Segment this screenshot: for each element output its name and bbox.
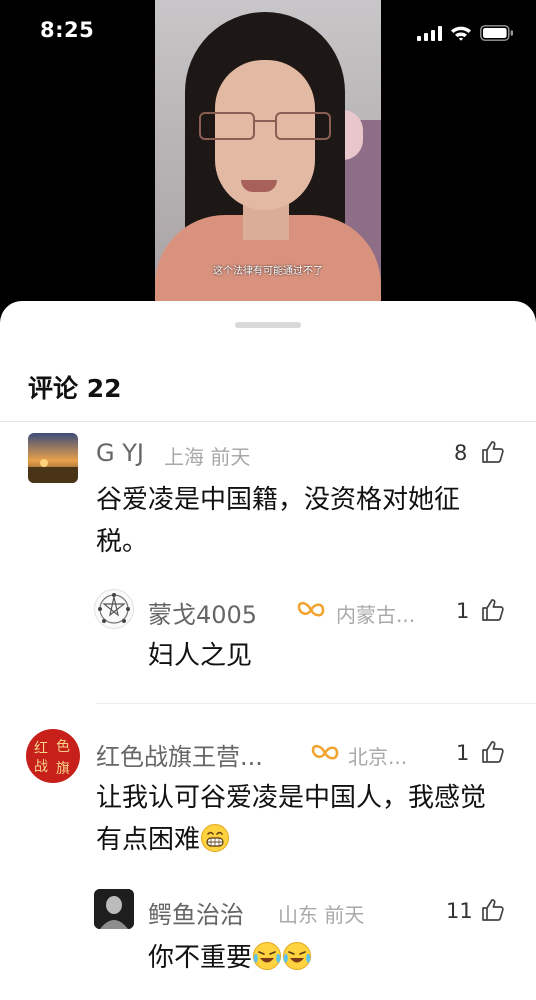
avatar[interactable]: 红 色 战 旗 — [26, 729, 80, 783]
svg-text:战: 战 — [34, 759, 48, 775]
comment-location: 上海 — [164, 445, 204, 469]
like-count: 1 — [456, 599, 470, 623]
video-subtitle: 这个法律有可能通过不了 — [213, 266, 323, 277]
comment-username[interactable]: G YJ — [96, 439, 144, 467]
reply-meta: 山东 前天 — [278, 899, 364, 928]
status-time: 8:25 — [40, 18, 95, 42]
status-icons — [417, 22, 514, 44]
like-count: 8 — [454, 441, 468, 465]
reply-text-body: 你不重要 — [148, 943, 253, 973]
vip-badge-icon — [311, 744, 339, 760]
like-count: 11 — [446, 899, 473, 923]
comments-title: 评论 22 — [28, 374, 122, 403]
comment-text-body: 让我认可谷爱凌是中国人，我感觉有点困难 — [96, 783, 487, 855]
divider — [96, 703, 536, 704]
comment-location: 北京... — [348, 745, 408, 769]
reply-text: 妇人之见 — [148, 641, 253, 671]
like-icon[interactable] — [480, 739, 506, 765]
avatar[interactable] — [94, 589, 134, 629]
wifi-icon — [450, 25, 472, 41]
video-person-glasses — [199, 112, 331, 142]
svg-text:旗: 旗 — [56, 761, 70, 777]
comment-text: 让我认可谷爱凌是中国人，我感觉有点困难 — [96, 777, 506, 861]
like-icon[interactable] — [480, 897, 506, 923]
crying-laughing-emoji — [253, 942, 282, 970]
reply-time: 前天 — [324, 903, 365, 927]
comments-sheet: 评论 22 G YJ 上海 前天 8 谷爱凌是中国籍，没资格对她征税。 蒙戈40… — [0, 301, 536, 1000]
like-icon[interactable] — [480, 439, 506, 465]
comment-time: 前天 — [210, 445, 251, 469]
like-count: 1 — [456, 741, 470, 765]
comment-meta: 上海 前天 — [164, 441, 250, 470]
avatar[interactable] — [28, 433, 78, 483]
comment-username[interactable]: 红色战旗王营... — [96, 737, 263, 772]
battery-icon — [480, 25, 514, 41]
svg-text:色: 色 — [56, 738, 70, 755]
avatar[interactable] — [94, 889, 134, 929]
drag-handle[interactable] — [235, 322, 301, 328]
reply-location: 山东 — [278, 903, 318, 927]
signal-icon — [417, 25, 442, 41]
reply-username[interactable]: 蒙戈4005 — [148, 595, 257, 630]
reply-text: 你不重要 — [148, 937, 312, 979]
divider — [0, 421, 536, 422]
vip-badge-icon — [297, 601, 325, 617]
svg-text:红: 红 — [34, 741, 48, 757]
status-bar: 8:25 — [0, 0, 536, 66]
crying-laughing-emoji — [283, 942, 312, 970]
grinning-emoji — [201, 824, 230, 852]
like-icon[interactable] — [480, 597, 506, 623]
comment-text: 谷爱凌是中国籍，没资格对她征税。 — [96, 485, 461, 557]
reply-location: 内蒙古... — [336, 603, 416, 627]
reply-username[interactable]: 鳄鱼治治 — [148, 895, 244, 930]
